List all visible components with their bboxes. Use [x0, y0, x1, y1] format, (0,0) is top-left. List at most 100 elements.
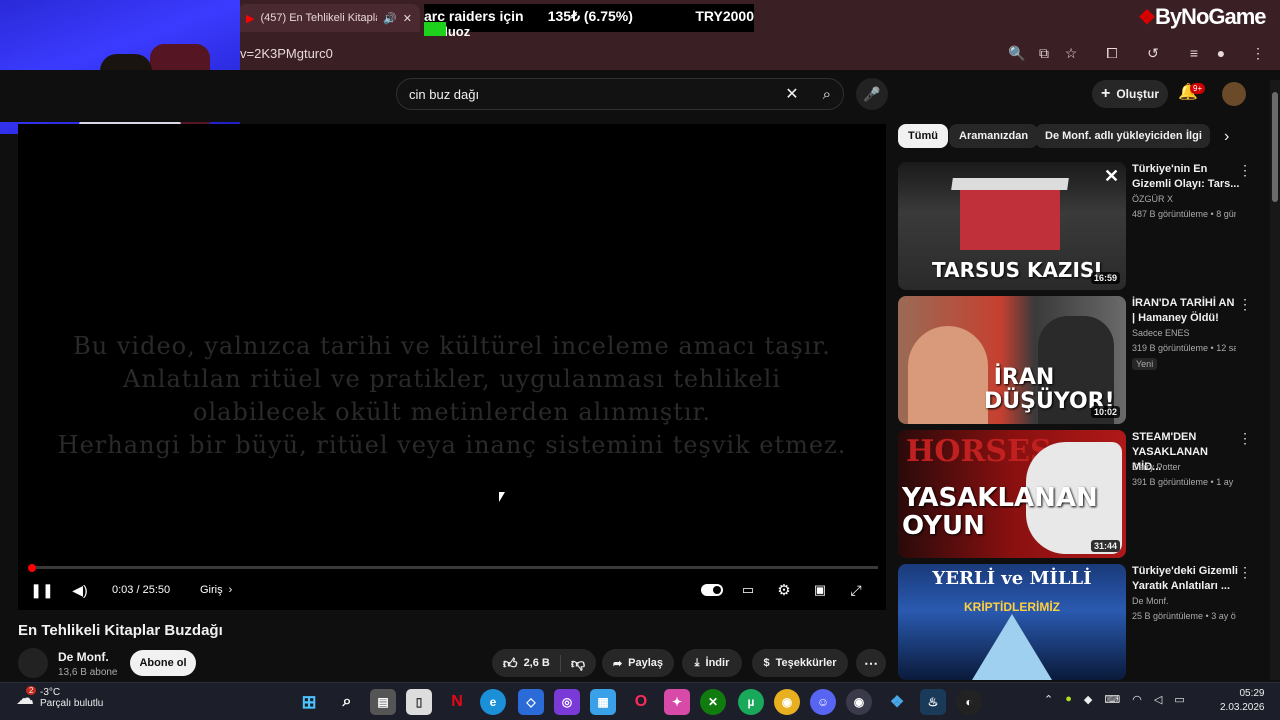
extensions-icon[interactable]: ⧠: [1099, 40, 1125, 66]
progress-bar[interactable]: [30, 566, 878, 569]
duration-badge: 16:59: [1090, 272, 1120, 284]
video-player[interactable]: Bu video, yalnızca tarihi ve kültürel in…: [18, 124, 886, 610]
browser-tab[interactable]: ▶ (457) En Tehlikeli Kitaplar Bu 🔊 ✕: [238, 4, 420, 32]
settings-gear-icon[interactable]: ⚙: [772, 580, 796, 600]
search-box[interactable]: cin buz dağı ✕ ⌕: [396, 78, 844, 110]
chapter-label: Giriş: [200, 584, 223, 596]
chip-all[interactable]: Tümü: [898, 124, 948, 148]
subtitles-icon[interactable]: ▭: [736, 580, 760, 600]
page-scrollbar[interactable]: [1270, 80, 1280, 680]
like-dislike-group: 👍︎ 2,6 B 👎︎: [492, 649, 596, 677]
account-avatar[interactable]: [1222, 82, 1246, 106]
app-blue-icon[interactable]: ◇: [518, 689, 544, 715]
volume-icon[interactable]: ◀): [68, 580, 92, 600]
search-icon[interactable]: ⌕: [823, 86, 831, 103]
keyboard-icon[interactable]: ⌨: [1104, 693, 1120, 706]
more-options-icon[interactable]: ⋮: [1238, 162, 1252, 179]
scrollbar-thumb[interactable]: [1272, 92, 1278, 202]
chrome-active-icon[interactable]: ◉: [846, 689, 872, 715]
toggle-icon: [701, 584, 723, 596]
media-control-icon[interactable]: ≡: [1181, 40, 1207, 66]
recommendation-item[interactable]: YERLİ ve MİLLİ KRİPTİDLERİMİZ Türkiye'de…: [898, 564, 1260, 680]
tray-chevron-icon[interactable]: ⌃: [1044, 693, 1053, 706]
file-icon[interactable]: ▯: [406, 689, 432, 715]
dislike-button[interactable]: 👎︎: [561, 655, 595, 672]
channel-logo-icon: ✕: [1104, 166, 1120, 186]
like-count: 2,6 B: [523, 657, 550, 669]
more-options-icon[interactable]: ⋮: [1238, 564, 1252, 581]
autoplay-toggle[interactable]: [700, 580, 724, 600]
chips-next-icon[interactable]: ›: [1224, 128, 1229, 146]
weather-widget[interactable]: ☁ 2 -3°C Parçalı bulutlu: [16, 685, 103, 709]
search-input[interactable]: cin buz dağı: [409, 87, 785, 102]
thanks-icon: $: [763, 657, 770, 669]
tray-app-icon[interactable]: ●: [1065, 693, 1072, 706]
download-button[interactable]: ⤓ İndir: [682, 649, 742, 677]
more-options-icon[interactable]: ⋮: [1238, 430, 1252, 447]
fullscreen-icon[interactable]: ⤢: [844, 580, 868, 600]
recommendation-item[interactable]: TARSUS KAZISI 16:59 Türkiye'nin En Gizem…: [898, 162, 1260, 290]
task-view-icon[interactable]: ▤: [370, 689, 396, 715]
chrome-icon[interactable]: ◉: [774, 689, 800, 715]
channel-avatar[interactable]: [18, 648, 48, 678]
zoom-icon[interactable]: 🔍: [1004, 40, 1030, 66]
pause-icon[interactable]: ❚❚: [30, 580, 54, 600]
share-button[interactable]: ➦ Paylaş: [602, 649, 674, 677]
url-field[interactable]: v=2K3PMgturc0: [238, 40, 958, 66]
discord-icon[interactable]: ☺: [810, 689, 836, 715]
theater-mode-icon[interactable]: ▣: [808, 580, 832, 600]
bookmark-star-icon[interactable]: ☆: [1058, 40, 1084, 66]
profile-icon[interactable]: ●: [1208, 40, 1234, 66]
video-thumbnail[interactable]: İRAN DÜŞÜYOR! 10:02: [898, 296, 1126, 424]
system-clock[interactable]: 05:29 2.03.2026: [1220, 687, 1265, 715]
utorrent-icon[interactable]: µ: [738, 689, 764, 715]
edge-icon[interactable]: e: [480, 689, 506, 715]
clear-search-icon[interactable]: ✕: [785, 84, 798, 104]
copilot-icon[interactable]: ✦: [664, 689, 690, 715]
more-options-icon[interactable]: ⋮: [1238, 296, 1252, 313]
iceberg-shape: [972, 614, 1052, 680]
channel-name[interactable]: De Monf.: [58, 650, 109, 664]
obs-icon[interactable]: ◐: [956, 689, 982, 715]
tab-close-icon[interactable]: ✕: [403, 12, 412, 25]
chip-from-search[interactable]: Aramanızdan: [949, 124, 1039, 148]
progress-scrubber[interactable]: [28, 564, 36, 572]
create-button[interactable]: + Oluştur: [1092, 80, 1168, 108]
tray-shield-icon[interactable]: ◆: [1084, 693, 1092, 706]
more-actions-icon[interactable]: ⋯: [856, 649, 886, 677]
subscriber-count: 13,6 B abone: [58, 667, 118, 678]
thanks-label: Teşekkürler: [775, 657, 837, 669]
opera-icon[interactable]: O: [628, 689, 654, 715]
app-purple-icon[interactable]: ◎: [554, 689, 580, 715]
chip-related[interactable]: İlgi: [1182, 124, 1210, 148]
chapter-button[interactable]: Giriş ›: [200, 580, 232, 600]
subscribe-button[interactable]: Abone ol: [130, 650, 196, 676]
brand-name: ByNoGame: [1154, 4, 1267, 29]
start-windows-icon[interactable]: ⊞: [296, 689, 322, 715]
recommendation-meta: 487 B görüntüleme • 8 gün ...: [1132, 209, 1236, 219]
steam-icon[interactable]: ♨: [920, 689, 946, 715]
wifi-icon[interactable]: ◠: [1132, 693, 1142, 706]
ticker-amount: 135₺ (6.75%): [547, 8, 633, 24]
video-thumbnail[interactable]: TARSUS KAZISI 16:59: [898, 162, 1126, 290]
recommendation-channel: ÖZGÜR X: [1132, 194, 1174, 204]
speaker-tray-icon[interactable]: ◁: [1154, 693, 1162, 706]
speaker-icon[interactable]: 🔊: [383, 12, 397, 25]
thanks-button[interactable]: $ Teşekkürler: [752, 649, 848, 677]
voice-search-icon[interactable]: 🎤: [856, 78, 888, 110]
taskbar-search-icon[interactable]: ⌕: [334, 689, 360, 715]
app-diamond-icon[interactable]: ❖: [884, 689, 910, 715]
xbox-icon[interactable]: ✕: [700, 689, 726, 715]
recommendation-item[interactable]: İRAN DÜŞÜYOR! 10:02 İRAN'DA TARİHİ AN | …: [898, 296, 1260, 424]
history-icon[interactable]: ↺: [1140, 40, 1166, 66]
chip-from-uploader[interactable]: De Monf. adlı yükleyiciden: [1035, 124, 1193, 148]
recommendation-item[interactable]: HORSES YASAKLANAN OYUN 31:44 STEAM'DEN Y…: [898, 430, 1260, 558]
store-icon[interactable]: ▦: [590, 689, 616, 715]
video-thumbnail[interactable]: YERLİ ve MİLLİ KRİPTİDLERİMİZ: [898, 564, 1126, 680]
battery-icon[interactable]: ▭: [1174, 693, 1184, 706]
netflix-icon[interactable]: N: [444, 689, 470, 715]
menu-dots-icon[interactable]: ⋮: [1245, 40, 1271, 66]
install-app-icon[interactable]: ⧉: [1031, 40, 1057, 66]
video-thumbnail[interactable]: HORSES YASAKLANAN OYUN 31:44: [898, 430, 1126, 558]
like-button[interactable]: 👍︎ 2,6 B: [493, 654, 561, 672]
